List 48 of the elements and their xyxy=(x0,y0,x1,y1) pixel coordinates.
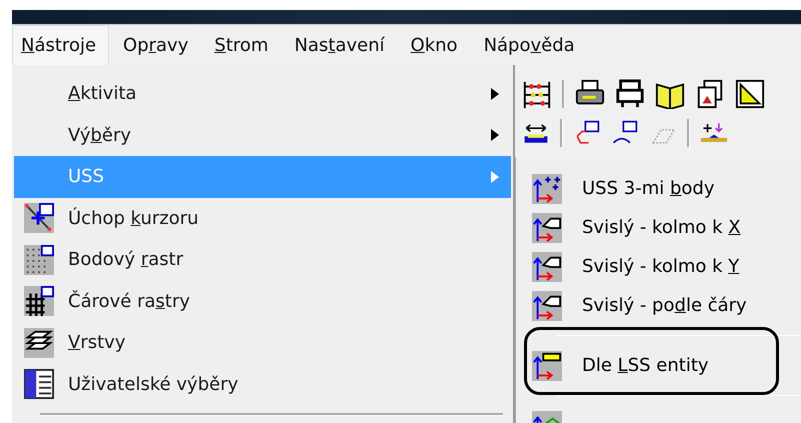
menu-item-label: Dle LSS entity xyxy=(582,355,709,376)
menu-item[interactable]: Bodový rastr xyxy=(14,239,511,280)
pages-icon[interactable] xyxy=(695,79,725,109)
axes-plane-icon xyxy=(532,290,562,320)
menu-item-label: USS xyxy=(68,166,104,188)
abacus-icon[interactable] xyxy=(522,79,552,109)
menu-item[interactable]: Aktivita xyxy=(14,73,511,114)
menu-item-label: Svislý - podle čáry xyxy=(582,295,747,316)
menu-item[interactable]: Svislý - kolmo k X xyxy=(516,208,801,247)
menu-bar-item[interactable]: Strom xyxy=(206,25,280,65)
axes-bar-icon xyxy=(532,350,562,380)
dot-grid-icon xyxy=(24,244,54,275)
menu-item-label: Svislý - kolmo k Y xyxy=(582,256,740,277)
menu-item[interactable]: Svislý - podle čáry xyxy=(516,286,801,325)
menu-item[interactable]: Čárové rastry xyxy=(14,280,511,322)
menu-bar-item[interactable]: Opravy xyxy=(115,25,200,65)
menu-item[interactable]: Uživatelské výběry xyxy=(14,364,511,405)
axes-plane-icon xyxy=(532,252,562,282)
menu-bar-item[interactable]: Nastavení xyxy=(286,25,397,65)
menu-item-label: Vrstvy xyxy=(68,332,126,354)
window-curve-icon[interactable] xyxy=(611,120,639,146)
menu-item-label: Bodový rastr xyxy=(68,249,184,270)
line-grid-icon xyxy=(24,286,54,316)
list-icon xyxy=(24,369,54,400)
menu-item[interactable]: Svislý - kolmo k Y xyxy=(516,247,801,286)
menu-bar-item[interactable]: Nástroje xyxy=(12,25,110,65)
menu-item-label: Výběry xyxy=(68,124,132,146)
submenu-arrow-icon xyxy=(491,88,499,100)
submenu-arrow-icon xyxy=(491,170,499,183)
axes-points-icon xyxy=(532,174,562,204)
menu-item-label: USS 3-mi body xyxy=(582,178,714,199)
menu-item[interactable]: Vrstvy xyxy=(14,322,511,364)
menu-item[interactable]: Výběry xyxy=(14,114,511,156)
menu-item-label: Čárové rastry xyxy=(68,290,190,312)
menu-item-label: Aktivita xyxy=(68,83,137,104)
menu-item-label: Svislý - kolmo k X xyxy=(582,217,741,238)
menu-bar-item[interactable]: Nápověda xyxy=(476,25,587,65)
menu-bar-item[interactable]: Okno xyxy=(402,25,470,65)
menu-item[interactable]: Úchop kurzoru xyxy=(14,198,511,239)
menu-item-label: Úchop kurzoru xyxy=(68,208,199,229)
submenu-arrow-icon xyxy=(491,129,499,142)
printer-icon[interactable] xyxy=(615,79,645,109)
menu-item[interactable]: USS 3-mi body xyxy=(516,169,801,208)
axes-plane-icon xyxy=(532,212,562,242)
layers-icon xyxy=(24,328,54,358)
cursor-snap-icon xyxy=(24,203,54,234)
menu-item[interactable]: Dle LSS entity xyxy=(516,346,801,385)
menu-item-label: Uživatelské výběry xyxy=(68,374,238,395)
